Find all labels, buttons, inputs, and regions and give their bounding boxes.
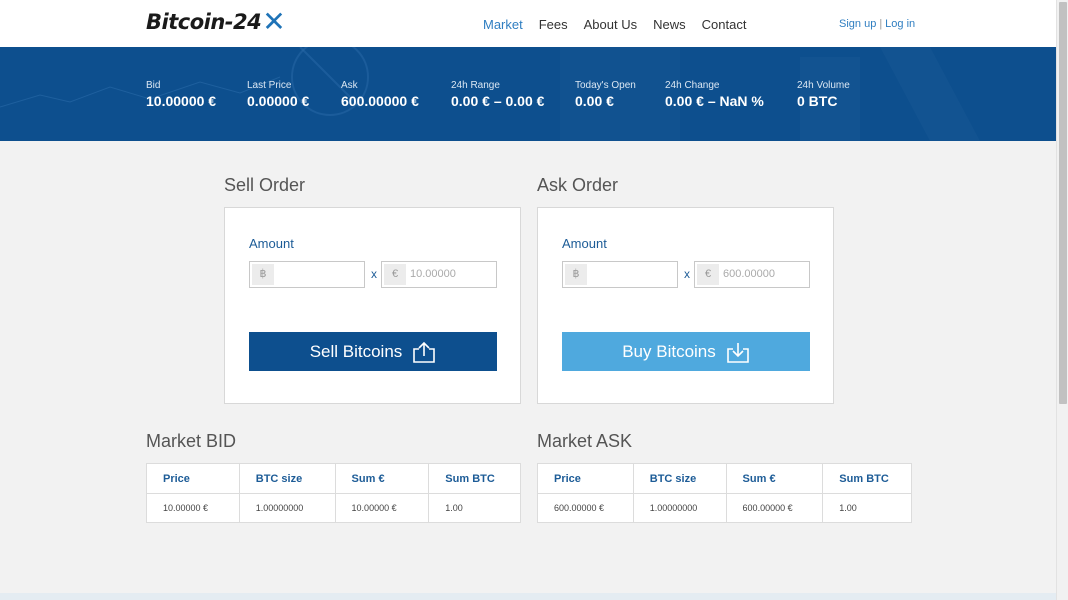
bitcoin-icon: ฿ (565, 264, 587, 285)
auth-separator: | (879, 18, 883, 30)
ticker-24h-change: 24h Change 0.00 € – NaN % (665, 80, 764, 109)
table-cell: 600.00000 € (725, 493, 824, 523)
column-header[interactable]: Sum BTC (822, 463, 912, 494)
footer-strip (0, 593, 1056, 600)
login-link[interactable]: Log in (885, 18, 915, 30)
buy-price-placeholder: 600.00000 (723, 268, 775, 280)
ticker-value: 0 BTC (797, 93, 838, 109)
top-navbar: Bitcoin-24 ✕ Market Fees About Us News Co… (0, 0, 1056, 47)
download-icon (726, 342, 749, 363)
sell-order-panel: Amount ฿ x € 10.00000 Sell Bitcoins (224, 207, 521, 404)
market-bid-table: Price BTC size Sum € Sum BTC 10.00000 € … (146, 463, 521, 523)
market-bid-title: Market BID (146, 431, 237, 451)
ticker-value: 10.00000 € (146, 93, 217, 109)
table-cell: 10.00000 € (146, 493, 240, 523)
nav-item-fees[interactable]: Fees (539, 17, 568, 32)
sell-amount-input[interactable]: ฿ (249, 261, 365, 288)
table-cell: 1.00 (428, 493, 521, 523)
table-cell: 10.00000 € (334, 493, 430, 523)
column-header[interactable]: Sum BTC (428, 463, 521, 494)
buy-price-input[interactable]: € 600.00000 (694, 261, 810, 288)
ticker-24h-range: 24h Range 0.00 € – 0.00 € (451, 80, 544, 109)
ticker-label: Ask (341, 80, 358, 91)
buy-amount-input[interactable]: ฿ (562, 261, 678, 288)
signup-link[interactable]: Sign up (839, 18, 876, 30)
ticker-label: Today's Open (575, 80, 636, 91)
brand-mark-icon: ✕ (262, 5, 286, 38)
ticker-value: 0.00 € – 0.00 € (451, 93, 545, 109)
ticker-label: 24h Volume (797, 80, 850, 91)
vertical-scrollbar[interactable] (1056, 0, 1068, 600)
ticker-value: 600.00000 € (341, 93, 419, 109)
nav-item-market[interactable]: Market (483, 17, 523, 32)
scrollbar-thumb[interactable] (1059, 2, 1067, 404)
nav-item-news[interactable]: News (653, 17, 686, 32)
auth-links: Sign up | Log in (839, 18, 915, 30)
amount-label: Amount (249, 236, 294, 251)
ticker-24h-volume: 24h Volume 0 BTC (797, 80, 850, 109)
ticker-last-price: Last Price 0.00000 € (247, 80, 309, 109)
buy-bitcoins-button[interactable]: Buy Bitcoins (562, 332, 810, 371)
sell-price-input[interactable]: € 10.00000 (381, 261, 497, 288)
table-cell: 1.00 (822, 493, 912, 523)
ticker-ask: Ask 600.00000 € (341, 80, 419, 109)
table-row[interactable]: 10.00000 € 1.00000000 10.00000 € 1.00 (146, 493, 521, 523)
column-header[interactable]: BTC size (238, 463, 336, 494)
sell-bitcoins-button[interactable]: Sell Bitcoins (249, 332, 497, 371)
bitcoin-icon: ฿ (252, 264, 274, 285)
market-ticker-band: Bid 10.00000 € Last Price 0.00000 € Ask … (0, 47, 1056, 141)
sell-order-title: Sell Order (224, 175, 306, 195)
ticker-label: Last Price (247, 80, 292, 91)
market-ask-title: Market ASK (537, 431, 633, 451)
euro-icon: € (384, 264, 406, 285)
column-header[interactable]: Price (537, 463, 634, 494)
table-header-row: Price BTC size Sum € Sum BTC (537, 463, 912, 494)
column-header[interactable]: BTC size (632, 463, 727, 494)
main-nav: Market Fees About Us News Contact (483, 17, 762, 32)
column-header[interactable]: Sum € (725, 463, 824, 494)
buy-button-label: Buy Bitcoins (622, 341, 716, 361)
ticker-label: Bid (146, 80, 161, 91)
column-header[interactable]: Price (146, 463, 240, 494)
table-cell: 1.00000000 (632, 493, 727, 523)
table-cell: 600.00000 € (537, 493, 634, 523)
multiply-sign: x (371, 267, 377, 281)
brand-name: Bitcoin-24 (146, 10, 262, 34)
sell-price-placeholder: 10.00000 (410, 268, 456, 280)
ticker-value: 0.00000 € (247, 93, 310, 109)
amount-label: Amount (562, 236, 607, 251)
ticker-value: 0.00 € – NaN % (665, 93, 764, 109)
table-cell: 1.00000000 (238, 493, 336, 523)
ask-order-panel: Amount ฿ x € 600.00000 Buy Bitcoins (537, 207, 834, 404)
ticker-value: 0.00 € (575, 93, 614, 109)
ticker-todays-open: Today's Open 0.00 € (575, 80, 636, 109)
ticker-label: 24h Change (665, 80, 720, 91)
market-ask-table: Price BTC size Sum € Sum BTC 600.00000 €… (537, 463, 912, 523)
column-header[interactable]: Sum € (334, 463, 430, 494)
ticker-bid: Bid 10.00000 € (146, 80, 216, 109)
ticker-label: 24h Range (451, 80, 500, 91)
multiply-sign: x (684, 267, 690, 281)
nav-item-contact[interactable]: Contact (702, 17, 747, 32)
sell-button-label: Sell Bitcoins (309, 341, 403, 361)
ask-order-title: Ask Order (537, 175, 619, 195)
euro-icon: € (697, 264, 719, 285)
nav-item-about-us[interactable]: About Us (584, 17, 637, 32)
upload-icon (413, 341, 436, 363)
brand-logo[interactable]: Bitcoin-24 ✕ (146, 5, 286, 38)
table-row[interactable]: 600.00000 € 1.00000000 600.00000 € 1.00 (537, 493, 912, 523)
table-header-row: Price BTC size Sum € Sum BTC (146, 463, 521, 494)
